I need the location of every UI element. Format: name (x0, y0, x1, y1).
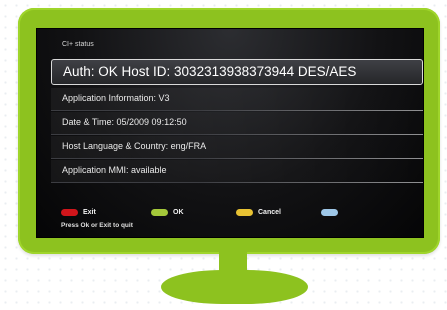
status-list: Auth: OK Host ID: 3032313938373944 DES/A… (51, 59, 423, 184)
status-row-host-language[interactable]: Host Language & Country: eng/FRA (51, 136, 423, 159)
tv-screen: CI+ status Auth: OK Host ID: 30323139383… (36, 28, 424, 238)
blue-key-icon (321, 209, 338, 216)
yellow-key-icon (236, 209, 253, 216)
status-row-label: Auth: OK Host ID: 3032313938373944 DES/A… (63, 64, 357, 79)
legend-exit[interactable]: Exit (61, 209, 96, 216)
status-row-application-mmi[interactable]: Application MMI: available (51, 160, 423, 183)
green-key-icon (151, 209, 168, 216)
legend-label: Exit (83, 209, 96, 216)
row-divider (199, 158, 423, 159)
illustration: CI+ status Auth: OK Host ID: 30323139383… (0, 0, 447, 310)
status-row-application-info[interactable]: Application Information: V3 (51, 88, 423, 111)
status-row-label: Date & Time: 05/2009 09:12:50 (62, 117, 187, 127)
color-key-legend: Exit OK Cancel (61, 209, 421, 221)
row-divider (199, 110, 423, 111)
row-divider (199, 182, 423, 183)
legend-cancel[interactable]: Cancel (236, 209, 281, 216)
status-row-date-time[interactable]: Date & Time: 05/2009 09:12:50 (51, 112, 423, 135)
status-row-label: Application Information: V3 (62, 93, 170, 103)
status-row-auth[interactable]: Auth: OK Host ID: 3032313938373944 DES/A… (51, 59, 423, 85)
legend-label: Cancel (258, 209, 281, 216)
status-row-label: Application MMI: available (62, 165, 167, 175)
row-divider (199, 134, 423, 135)
legend-label: OK (173, 209, 184, 216)
monitor-base (161, 270, 308, 304)
screen-title: CI+ status (62, 41, 94, 48)
red-key-icon (61, 209, 78, 216)
legend-ok[interactable]: OK (151, 209, 184, 216)
legend-blue[interactable] (321, 209, 343, 216)
status-row-label: Host Language & Country: eng/FRA (62, 141, 207, 151)
footer-hint: Press Ok or Exit to quit (61, 222, 133, 229)
